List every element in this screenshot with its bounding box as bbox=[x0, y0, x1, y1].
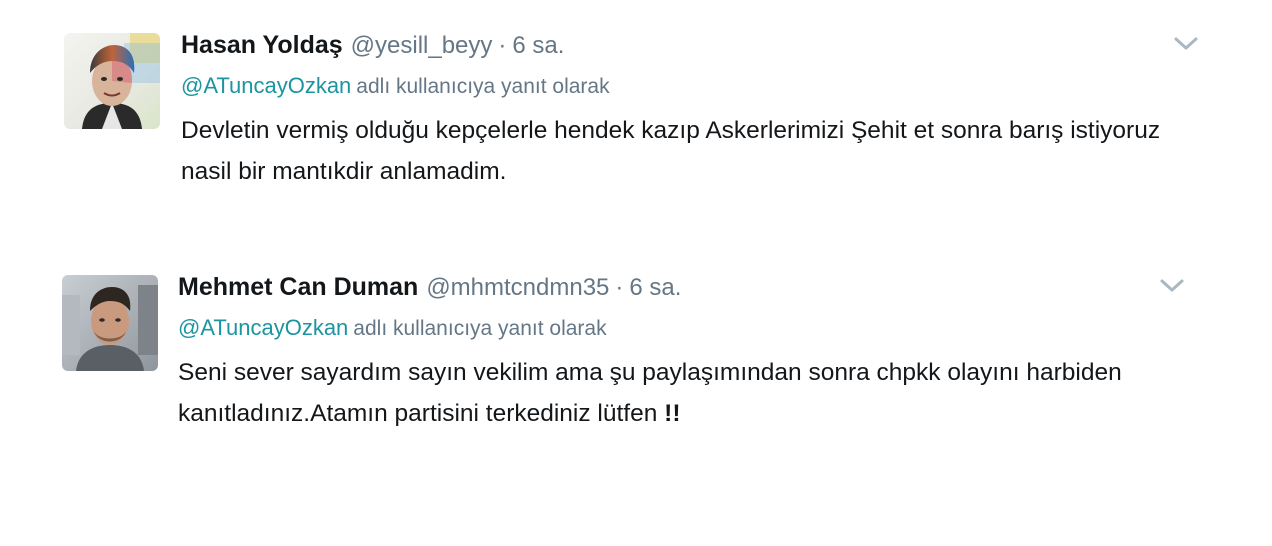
reply-context: @ATuncayOzkan adlı kullanıcıya yanıt olar… bbox=[181, 72, 1171, 100]
tweet-content: Mehmet Can Duman @mhmtcndmn35 · 6 sa. @ATun… bbox=[178, 270, 1168, 434]
avatar[interactable] bbox=[62, 275, 158, 371]
reply-context: @ATuncayOzkan adlı kullanıcıya yanıt olar… bbox=[178, 314, 1168, 342]
reply-context-text: adlı kullanıcıya yanıt olarak bbox=[356, 75, 610, 98]
more-options-button[interactable] bbox=[1172, 34, 1200, 54]
chevron-down-icon bbox=[1174, 37, 1198, 50]
tweet: Mehmet Can Duman @mhmtcndmn35 · 6 sa. @ATun… bbox=[0, 270, 1272, 470]
tweet-timestamp[interactable]: 6 sa. bbox=[629, 274, 681, 301]
tweet-header: Mehmet Can Duman @mhmtcndmn35 · 6 sa. bbox=[178, 270, 1168, 304]
avatar[interactable] bbox=[64, 33, 160, 129]
tweet-text-emphasis: !! bbox=[664, 400, 681, 427]
avatar-image-mehmet bbox=[62, 275, 158, 371]
tweet-timestamp[interactable]: 6 sa. bbox=[512, 32, 564, 59]
tweet-text: Devletin vermiş olduğu kepçelerle hendek… bbox=[181, 117, 1161, 185]
tweet-header: Hasan Yoldaş @yesill_beyy · 6 sa. bbox=[181, 28, 1171, 62]
reply-mention-link[interactable]: @ATuncayOzkan bbox=[181, 73, 351, 98]
reply-mention-link[interactable]: @ATuncayOzkan bbox=[178, 315, 348, 340]
avatar-image-hasan bbox=[64, 33, 160, 129]
reply-context-text: adlı kullanıcıya yanıt olarak bbox=[353, 317, 607, 340]
author-username[interactable]: @mhmtcndmn35 bbox=[426, 274, 609, 301]
more-options-button[interactable] bbox=[1158, 276, 1186, 296]
tweet: Hasan Yoldaş @yesill_beyy · 6 sa. @ATuncayO… bbox=[0, 28, 1272, 228]
chevron-down-icon bbox=[1160, 279, 1184, 292]
separator-dot: · bbox=[615, 274, 624, 301]
author-username[interactable]: @yesill_beyy bbox=[351, 32, 493, 59]
author-fullname[interactable]: Mehmet Can Duman bbox=[178, 273, 418, 301]
author-fullname[interactable]: Hasan Yoldaş bbox=[181, 31, 343, 59]
tweet-content: Hasan Yoldaş @yesill_beyy · 6 sa. @ATuncayO… bbox=[181, 28, 1171, 192]
tweet-text-body: Seni sever sayardım sayın vekilim ama şu… bbox=[178, 359, 1122, 427]
tweet-text: Seni sever sayardım sayın vekilim ama şu… bbox=[178, 352, 1168, 434]
separator-dot: · bbox=[498, 32, 507, 59]
